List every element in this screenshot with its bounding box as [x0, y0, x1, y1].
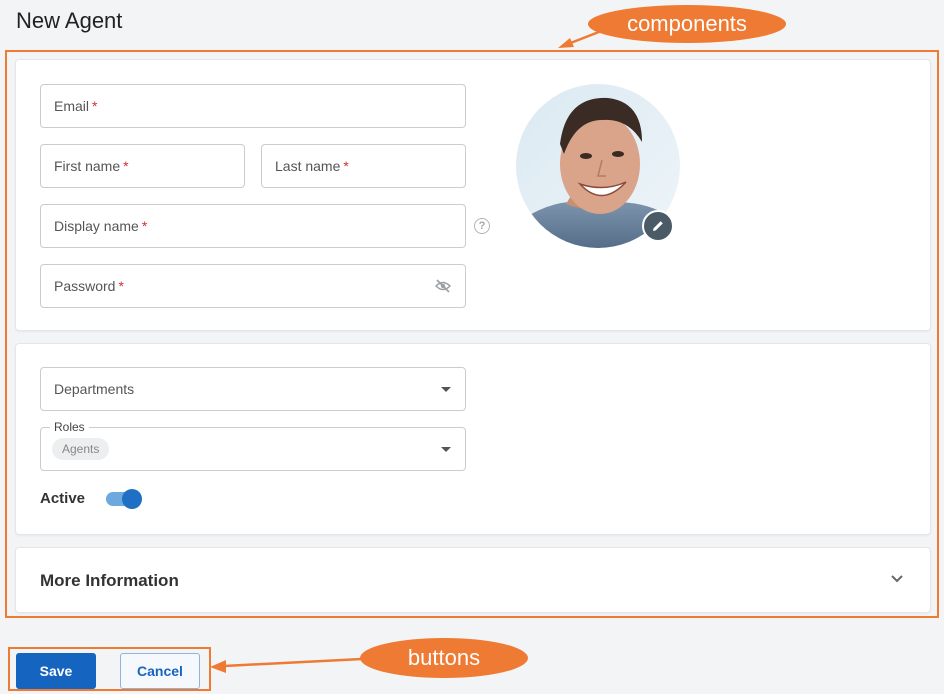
arrow-components [558, 28, 605, 48]
buttons-highlight-frame [8, 647, 211, 691]
components-callout: components [588, 5, 786, 43]
page-title: New Agent [16, 8, 123, 33]
arrow-buttons [210, 657, 363, 673]
buttons-callout: buttons [360, 638, 528, 678]
components-highlight-frame [5, 50, 939, 618]
